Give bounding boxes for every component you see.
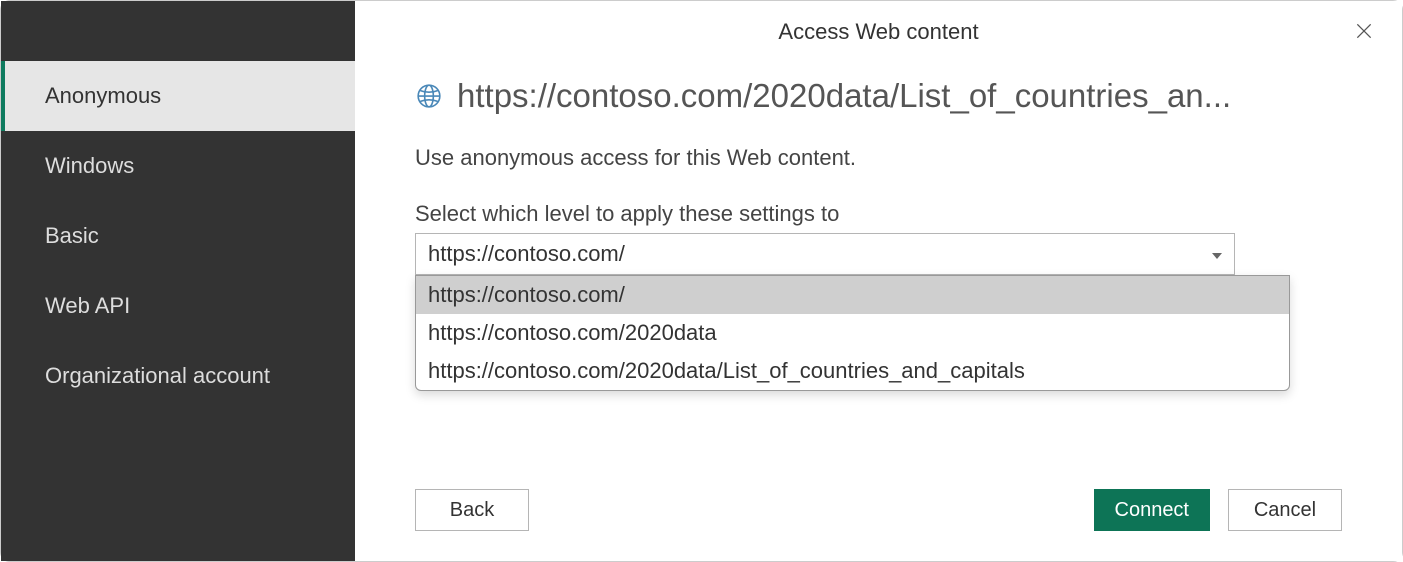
connect-button[interactable]: Connect (1094, 489, 1211, 531)
url-text: https://contoso.com/2020data/List_of_cou… (457, 77, 1231, 115)
level-select-value: https://contoso.com/ (428, 241, 625, 267)
dropdown-option[interactable]: https://contoso.com/ (416, 276, 1289, 314)
close-button[interactable] (1352, 19, 1376, 43)
back-button[interactable]: Back (415, 489, 529, 531)
button-label: Connect (1115, 499, 1190, 522)
auth-description: Use anonymous access for this Web conten… (415, 145, 1342, 171)
level-dropdown: https://contoso.com/ https://contoso.com… (415, 275, 1290, 391)
sidebar-item-basic[interactable]: Basic (1, 201, 355, 271)
globe-icon (415, 82, 443, 110)
close-icon (1354, 21, 1374, 41)
sidebar-item-label: Organizational account (45, 363, 270, 388)
dropdown-option[interactable]: https://contoso.com/2020data/List_of_cou… (416, 352, 1289, 390)
url-row: https://contoso.com/2020data/List_of_cou… (415, 77, 1342, 115)
sidebar-item-organizational[interactable]: Organizational account (1, 341, 355, 411)
chevron-down-icon (1212, 241, 1222, 267)
dropdown-option-label: https://contoso.com/ (428, 282, 625, 307)
main-panel: Access Web content https://contoso.com/2… (355, 1, 1402, 561)
dropdown-option[interactable]: https://contoso.com/2020data (416, 314, 1289, 352)
select-level-label: Select which level to apply these settin… (415, 201, 1342, 227)
sidebar-item-label: Anonymous (45, 83, 161, 108)
level-select-wrap: https://contoso.com/ https://contoso.com… (415, 233, 1235, 275)
dropdown-option-label: https://contoso.com/2020data (428, 320, 717, 345)
auth-sidebar: Anonymous Windows Basic Web API Organiza… (1, 1, 355, 561)
dialog-title: Access Web content (415, 19, 1342, 45)
sidebar-item-label: Basic (45, 223, 99, 248)
button-row: Back Connect Cancel (415, 489, 1342, 531)
cancel-button[interactable]: Cancel (1228, 489, 1342, 531)
sidebar-item-anonymous[interactable]: Anonymous (1, 61, 355, 131)
sidebar-item-label: Web API (45, 293, 130, 318)
button-label: Back (450, 499, 494, 522)
sidebar-item-webapi[interactable]: Web API (1, 271, 355, 341)
sidebar-item-windows[interactable]: Windows (1, 131, 355, 201)
dropdown-option-label: https://contoso.com/2020data/List_of_cou… (428, 358, 1025, 383)
sidebar-item-label: Windows (45, 153, 134, 178)
button-label: Cancel (1254, 499, 1316, 522)
level-select[interactable]: https://contoso.com/ (415, 233, 1235, 275)
